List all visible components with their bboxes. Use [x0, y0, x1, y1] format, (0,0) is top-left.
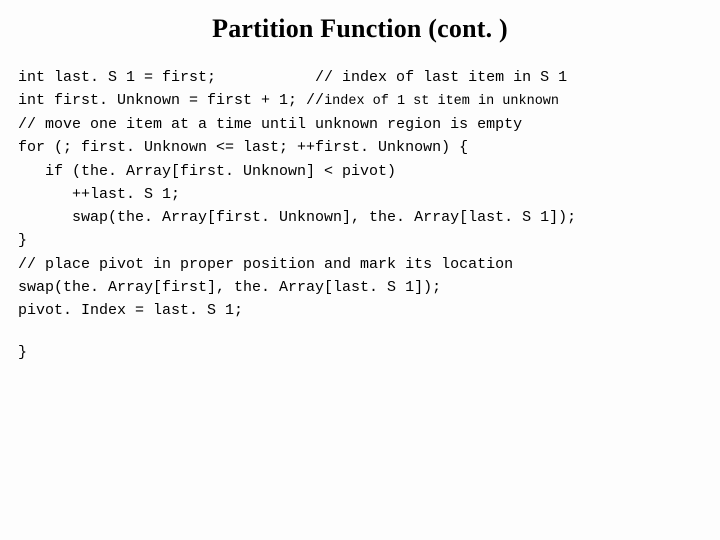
code-line: if (the. Array[first. Unknown] < pivot)	[18, 163, 396, 180]
code-line: for (; first. Unknown <= last; ++first. …	[18, 139, 468, 156]
code-block-loop: // move one item at a time until unknown…	[18, 113, 702, 253]
code-line: swap(the. Array[first], the. Array[last.…	[18, 279, 441, 296]
code-block-pivot: // place pivot in proper position and ma…	[18, 253, 702, 323]
code-line: // move one item at a time until unknown…	[18, 116, 522, 133]
code-closing-brace: }	[18, 344, 702, 361]
code-line: int last. S 1 = first; // index of last …	[18, 69, 567, 86]
code-line: ++last. S 1;	[18, 186, 180, 203]
code-line: // place pivot in proper position and ma…	[18, 256, 513, 273]
code-line: }	[18, 232, 27, 249]
slide: Partition Function (cont. ) int last. S …	[0, 0, 720, 540]
code-line: int first. Unknown = first + 1; //	[18, 92, 324, 109]
code-block-declarations: int last. S 1 = first; // index of last …	[18, 66, 702, 113]
code-line: swap(the. Array[first. Unknown], the. Ar…	[18, 209, 576, 226]
code-line: pivot. Index = last. S 1;	[18, 302, 243, 319]
slide-title: Partition Function (cont. )	[18, 14, 702, 44]
code-comment-small: index of 1 st item in unknown	[324, 94, 559, 109]
